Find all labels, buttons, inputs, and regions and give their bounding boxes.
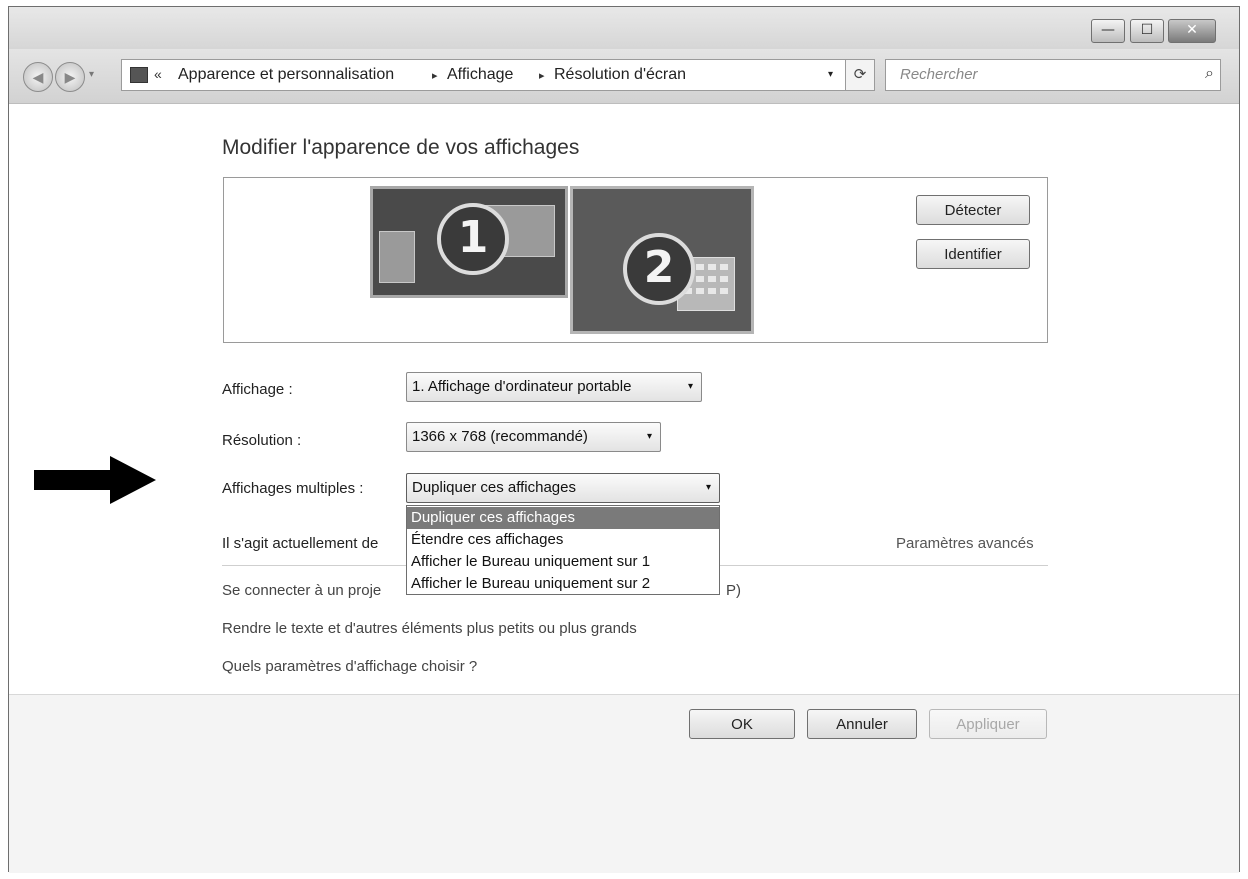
- ok-button[interactable]: OK: [689, 709, 795, 739]
- breadcrumb-appearance[interactable]: Apparence et personnalisation: [178, 66, 394, 84]
- monitor-1-badge: 1: [437, 203, 509, 275]
- address-bar[interactable]: « Apparence et personnalisation ▸ Affich…: [121, 59, 847, 91]
- navigation-bar: ◀ ▶ ▾ « Apparence et personnalisation ▸ …: [9, 49, 1239, 104]
- text-size-link[interactable]: Rendre le texte et d'autres éléments plu…: [222, 620, 637, 637]
- apply-button[interactable]: Appliquer: [929, 709, 1047, 739]
- forward-arrow-icon: ▶: [64, 69, 76, 85]
- breadcrumb-resolution[interactable]: Résolution d'écran: [554, 66, 686, 84]
- address-dropdown-icon[interactable]: ▾: [828, 69, 833, 80]
- multiple-displays-label: Affichages multiples :: [222, 480, 364, 497]
- display-label: Affichage :: [222, 381, 293, 398]
- minimize-button[interactable]: —: [1091, 19, 1125, 43]
- cancel-button[interactable]: Annuler: [807, 709, 917, 739]
- projector-link[interactable]: Se connecter à un proje: [222, 582, 381, 599]
- advanced-settings-link[interactable]: Paramètres avancés: [896, 535, 1034, 552]
- resolution-value: 1366 x 768 (recommandé): [412, 428, 588, 445]
- control-panel-icon: [130, 67, 148, 83]
- current-display-info: Il s'agit actuellement de: [222, 535, 379, 552]
- breadcrumb-separator-icon[interactable]: ▸: [539, 69, 545, 82]
- chevron-down-icon: ▾: [646, 431, 652, 442]
- close-button[interactable]: ✕: [1168, 19, 1216, 43]
- overflow-chevron-icon[interactable]: «: [154, 66, 162, 82]
- identify-button[interactable]: Identifier: [916, 239, 1030, 269]
- window: — ☐ ✕ ◀ ▶ ▾ « Apparence et personnalisat…: [8, 6, 1240, 873]
- monitor-2-badge: 2: [623, 233, 695, 305]
- maximize-button[interactable]: ☐: [1130, 19, 1164, 43]
- minimize-icon: —: [1101, 22, 1115, 38]
- forward-button[interactable]: ▶: [55, 62, 85, 92]
- monitor-2[interactable]: 2: [570, 186, 754, 334]
- mini-window: [379, 231, 415, 283]
- display-select[interactable]: 1. Affichage d'ordinateur portable ▾: [406, 372, 702, 402]
- content-pane: Modifier l'apparence de vos affichages 1…: [9, 104, 1239, 694]
- projector-link-tail[interactable]: P): [726, 582, 741, 599]
- close-icon: ✕: [1186, 22, 1198, 38]
- which-settings-link[interactable]: Quels paramètres d'affichage choisir ?: [222, 658, 477, 675]
- chevron-down-icon: ▾: [687, 381, 693, 392]
- breadcrumb-display[interactable]: Affichage: [447, 66, 513, 84]
- monitor-1[interactable]: 1: [370, 186, 568, 298]
- resolution-select[interactable]: 1366 x 768 (recommandé) ▾: [406, 422, 661, 452]
- display-preview: 1 2 Détecter Identifier: [223, 177, 1048, 343]
- display-value: 1. Affichage d'ordinateur portable: [412, 378, 632, 395]
- refresh-button[interactable]: ⟳: [845, 59, 875, 91]
- refresh-icon: ⟳: [853, 66, 867, 83]
- history-dropdown-icon[interactable]: ▾: [89, 69, 94, 80]
- page-title: Modifier l'apparence de vos affichages: [222, 136, 580, 159]
- multiple-displays-select[interactable]: Dupliquer ces affichages ▾: [406, 473, 720, 503]
- resolution-label: Résolution :: [222, 432, 302, 449]
- maximize-icon: ☐: [1140, 22, 1154, 38]
- search-box: ⌕: [885, 59, 1221, 91]
- detect-button[interactable]: Détecter: [916, 195, 1030, 225]
- dropdown-option-duplicate[interactable]: Dupliquer ces affichages: [407, 507, 719, 529]
- dropdown-option-extend[interactable]: Étendre ces affichages: [407, 529, 719, 551]
- dropdown-option-only-2[interactable]: Afficher le Bureau uniquement sur 2: [407, 573, 719, 595]
- chevron-down-icon: ▾: [705, 482, 711, 493]
- arrow-pointer-icon: [34, 456, 156, 504]
- dropdown-option-only-1[interactable]: Afficher le Bureau uniquement sur 1: [407, 551, 719, 573]
- search-input[interactable]: [898, 65, 1192, 84]
- back-button[interactable]: ◀: [23, 62, 53, 92]
- breadcrumb-separator-icon[interactable]: ▸: [432, 69, 438, 82]
- multiple-displays-value: Dupliquer ces affichages: [412, 479, 576, 496]
- search-icon[interactable]: ⌕: [1205, 65, 1214, 83]
- button-bar: OK Annuler Appliquer: [9, 694, 1239, 873]
- title-bar: — ☐ ✕: [9, 7, 1239, 49]
- multiple-displays-dropdown: Dupliquer ces affichages Étendre ces aff…: [406, 505, 720, 595]
- back-arrow-icon: ◀: [32, 69, 44, 85]
